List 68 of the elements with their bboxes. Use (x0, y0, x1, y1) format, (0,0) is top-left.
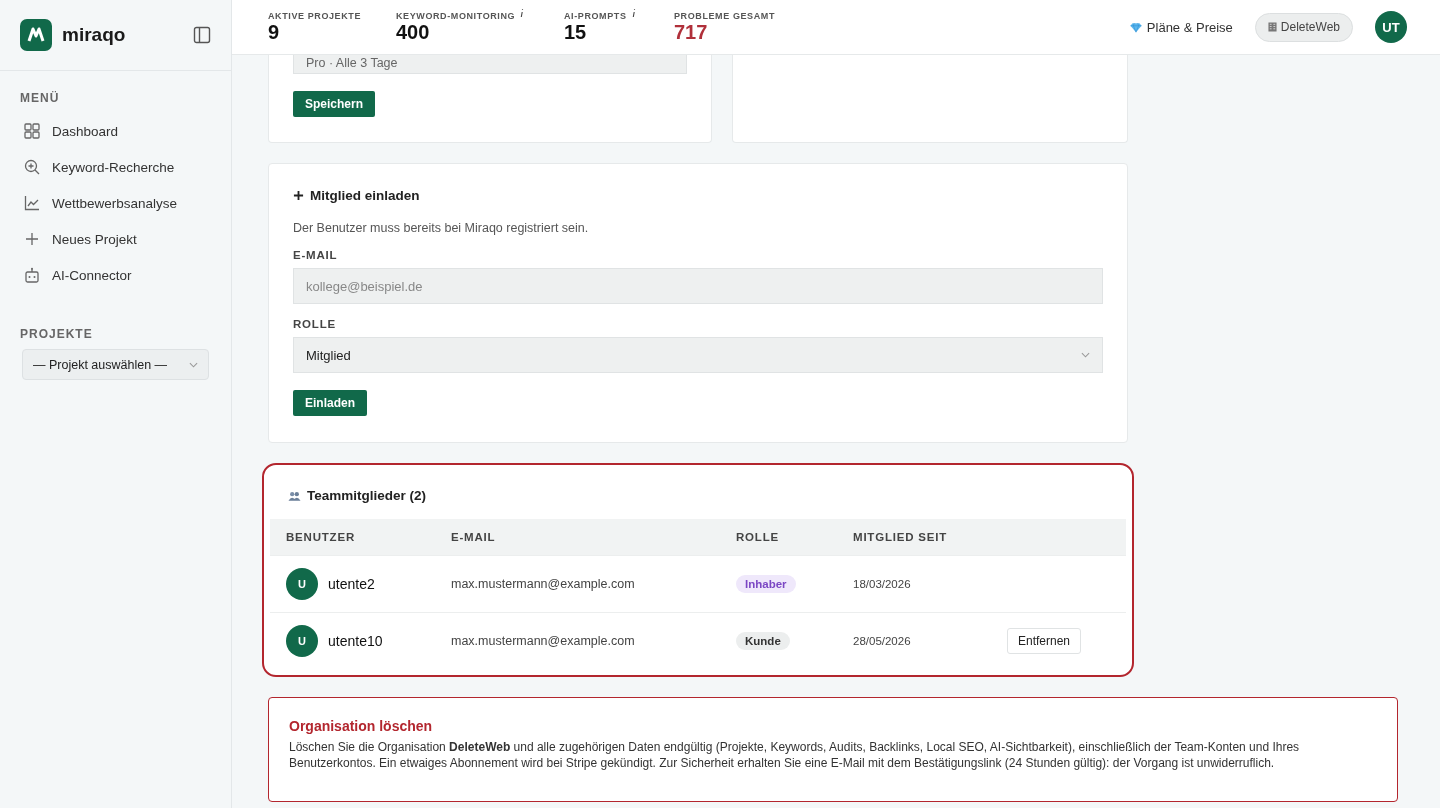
save-button[interactable]: Speichern (293, 91, 376, 117)
plus-icon (293, 190, 304, 201)
search-plus-icon (24, 159, 40, 175)
menu-heading: MENÜ (19, 90, 61, 107)
user-name: utente2 (328, 576, 375, 592)
remove-button[interactable]: Entfernen (1007, 628, 1082, 654)
plans-link[interactable]: Pläne & Preise (1129, 19, 1233, 35)
logo-icon (20, 19, 52, 51)
diamond-icon (1129, 21, 1142, 33)
nav-item[interactable]: Dashboard (0, 113, 231, 149)
role-badge: Inhaber (736, 575, 796, 593)
column-header: E-MAIL (451, 531, 496, 543)
robot-icon (24, 267, 40, 283)
invite-button[interactable]: Einladen (293, 390, 367, 416)
grid-icon (24, 123, 40, 139)
nav-item[interactable]: Keyword-Recherche (0, 149, 231, 185)
nav-label[interactable]: Keyword-Recherche (52, 159, 175, 175)
role-label: ROLLE (293, 318, 336, 330)
table-cell: max.mustermann@example.com (451, 634, 635, 648)
plans-label[interactable]: Pläne & Preise (1146, 19, 1233, 35)
column-header: BENUTZER (286, 531, 355, 543)
sidebar-toggle-icon[interactable] (193, 26, 211, 44)
table-cell: 18/03/2026 (853, 578, 911, 590)
user-avatar: U (286, 568, 318, 600)
role-badge: Kunde (736, 632, 790, 650)
stat-label: AKTIVE PROJEKTE (268, 10, 361, 21)
plus-icon (24, 231, 40, 247)
column-header: MITGLIED SEIT (853, 531, 948, 543)
stat-label: AI-PROMPTS (564, 10, 627, 21)
chart-icon (24, 195, 40, 211)
table-cell: 28/05/2026 (853, 635, 911, 647)
stat-value: 9 (268, 20, 281, 44)
table-cell: max.mustermann@example.com (451, 577, 635, 591)
nav-label[interactable]: Wettbewerbsanalyse (52, 195, 178, 211)
plan-select[interactable]: Pro · Alle 3 Tage (293, 55, 687, 74)
organization-button[interactable]: DeleteWeb (1254, 12, 1353, 42)
nav-label[interactable]: Neues Projekt (52, 231, 137, 247)
stat-value: 717 (674, 20, 709, 44)
chevron-down-icon (189, 361, 198, 368)
stat-label: KEYWORD-MONITORING (396, 10, 516, 21)
email-field[interactable]: kollege@beispiel.de (293, 268, 1103, 304)
nav-item[interactable]: AI-Connector (0, 257, 231, 293)
danger-title: Organisation löschen (289, 718, 434, 734)
user-avatar: U (286, 625, 318, 657)
building-icon (1267, 22, 1277, 32)
project-select[interactable]: — Projekt auswählen — (22, 349, 209, 380)
logo-text: miraqo (62, 24, 126, 46)
invite-hint: Der Benutzer muss bereits bei Miraqo registriert sein. (293, 221, 589, 235)
stat-value: 15 (564, 20, 588, 44)
projects-heading: PROJEKTE (19, 326, 94, 343)
email-label: E-MAIL (293, 249, 338, 261)
column-header: ROLLE (736, 531, 779, 543)
stat-value: 400 (396, 20, 431, 44)
info-icon[interactable] (630, 7, 637, 18)
nav-item[interactable]: Neues Projekt (0, 221, 231, 257)
info-icon[interactable] (519, 7, 526, 18)
nav-item[interactable]: Wettbewerbsanalyse (0, 185, 231, 221)
chevron-down-icon (1081, 352, 1090, 358)
team-title: Teammitglieder (2) (307, 488, 427, 503)
role-select[interactable]: Mitglied (293, 337, 1103, 373)
danger-text: Löschen Sie die Organisation DeleteWeb und alle zugehörigen Daten endgültig (Projekte, Keywords, Audits, Backlinks, Local SEO, AI-Sichtbarkeit), einschließlich der Team-Konten und Ihres Benutzerkontos. Ein etwaiges Abonnement wird bei Stripe gekündigt. Zur Sicherheit erhalten Sie eine E-Mail mit dem Bestätigungslink (24 Stunden gültig): der Vorgang ist unwiderruflich. (289, 739, 1301, 772)
people-icon (288, 490, 301, 501)
nav-label[interactable]: AI-Connector (52, 267, 132, 283)
stat-label: PROBLEME GESAMT (674, 10, 775, 21)
nav-label[interactable]: Dashboard (52, 123, 119, 139)
user-name: utente10 (328, 633, 383, 649)
user-avatar[interactable]: UT (1375, 11, 1407, 43)
invite-title: Mitglied einladen (310, 188, 420, 203)
